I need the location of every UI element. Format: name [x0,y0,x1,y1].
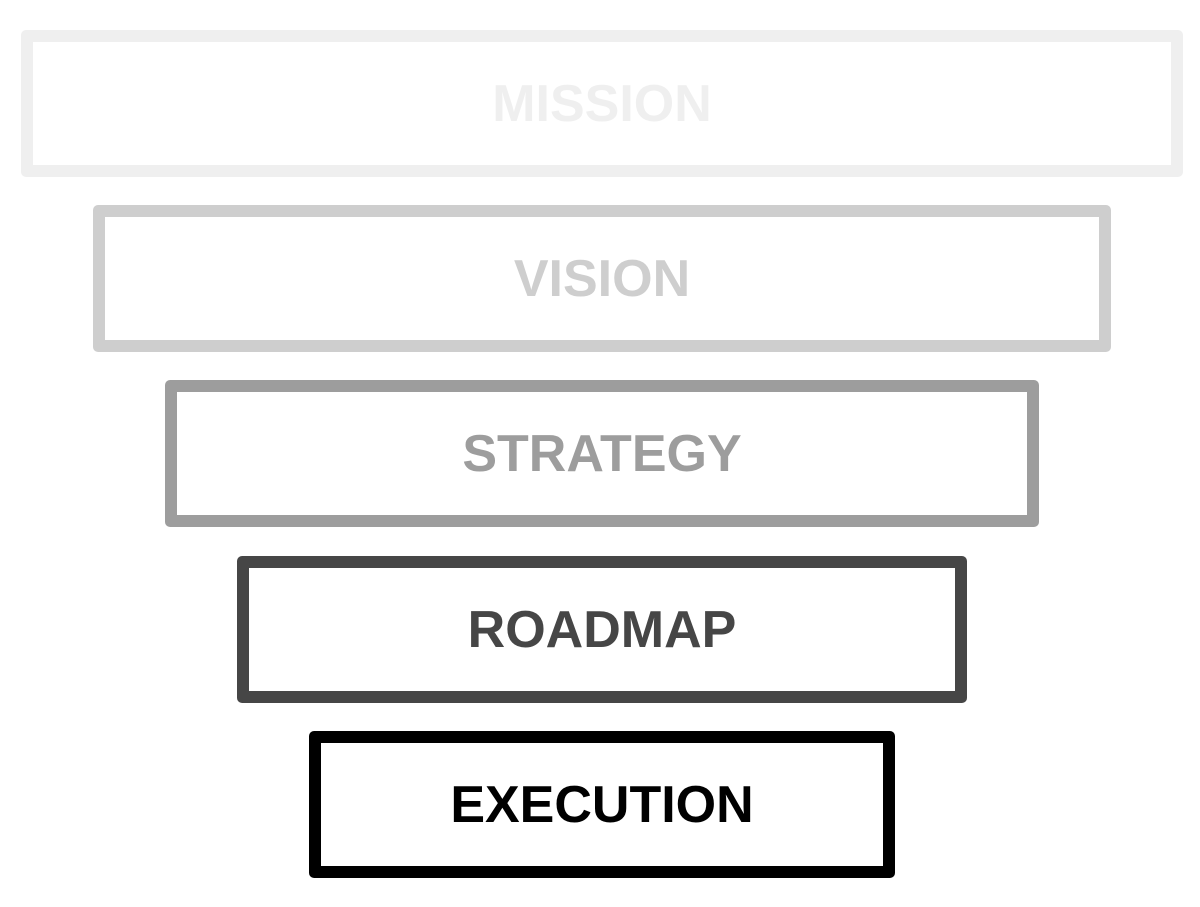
tier-strategy-label: STRATEGY [462,424,742,483]
tier-mission-label: MISSION [492,74,712,133]
tier-roadmap: ROADMAP [237,556,967,703]
tier-execution: EXECUTION [309,731,895,878]
tier-strategy: STRATEGY [165,380,1039,527]
tier-execution-label: EXECUTION [450,775,754,834]
tier-roadmap-label: ROADMAP [467,600,737,659]
tier-vision-label: VISION [513,249,691,308]
tier-vision: VISION [93,205,1111,352]
tier-mission: MISSION [21,30,1183,177]
